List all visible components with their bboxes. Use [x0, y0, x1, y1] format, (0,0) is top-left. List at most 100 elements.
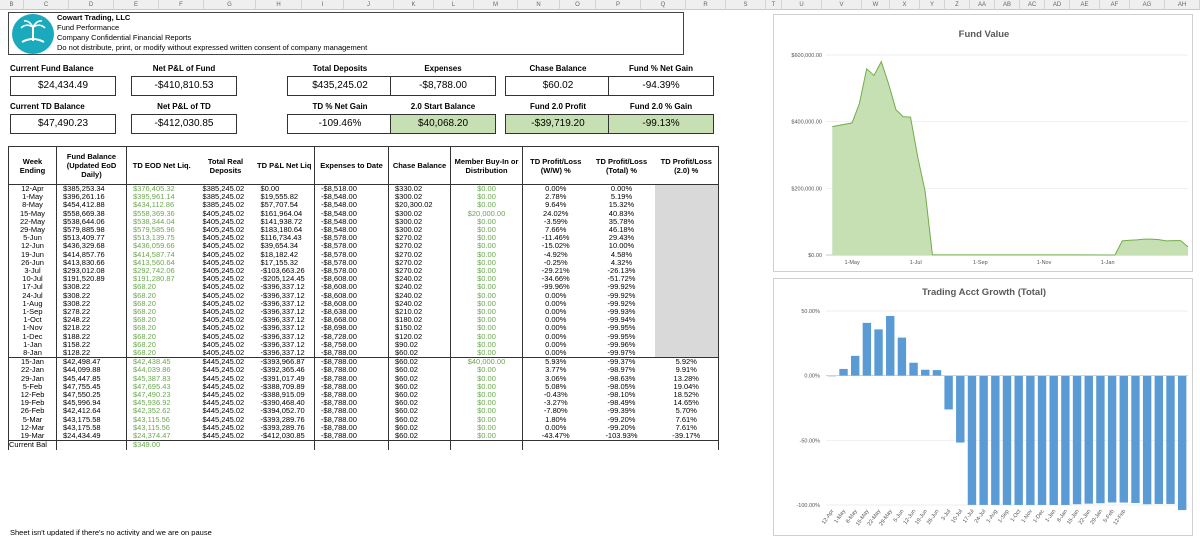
table-cell[interactable]: $0.00 [450, 283, 523, 292]
table-cell[interactable]: -$394,052.70 [255, 407, 315, 415]
table-cell[interactable] [654, 242, 719, 251]
table-cell[interactable]: $0.00 [450, 423, 523, 433]
column-header-d[interactable]: D [69, 0, 114, 10]
table-cell[interactable]: -11.46% [522, 234, 589, 243]
table-cell[interactable]: -$393,289.76 [255, 424, 315, 432]
table-cell[interactable]: -$8,548.00 [314, 201, 389, 210]
table-cell[interactable]: 9.64% [522, 201, 589, 210]
table-cell[interactable]: 5-Jun [8, 234, 57, 243]
table-cell[interactable]: -0.43% [522, 391, 589, 400]
table-cell[interactable]: $445,245.02 [197, 399, 255, 407]
table-cell[interactable]: 19-Mar [8, 432, 57, 441]
table-cell[interactable] [654, 349, 719, 358]
table-cell[interactable]: $445,245.02 [197, 375, 255, 383]
table-cell[interactable]: -26.13% [589, 267, 655, 275]
table-cell[interactable]: -99.93% [589, 308, 655, 316]
table-cell[interactable]: $90.02 [388, 340, 451, 350]
table-cell[interactable]: 1-Dec [8, 332, 57, 341]
table-cell[interactable]: $538,644.06 [56, 217, 127, 227]
table-cell[interactable]: $0.00 [450, 217, 523, 227]
table-cell[interactable]: $43,115.56 [126, 415, 197, 424]
table-cell[interactable]: $0.00 [450, 184, 523, 194]
column-header-n[interactable]: N [518, 0, 560, 10]
table-cell[interactable]: 5.93% [522, 357, 589, 367]
table-cell[interactable]: $454,412.88 [56, 201, 127, 210]
table-cell[interactable]: -$8,788.00 [314, 357, 389, 367]
kpi-value[interactable]: $40,068.20 [390, 114, 496, 134]
table-cell[interactable]: 0.00% [522, 308, 589, 317]
table-cell[interactable]: 1.80% [522, 415, 589, 424]
table-cell[interactable]: -$393,966.87 [254, 357, 315, 367]
table-cell[interactable]: $116,734.43 [255, 234, 315, 242]
table-cell[interactable]: $385,245.02 [197, 201, 255, 209]
column-header-c[interactable]: C [24, 0, 69, 10]
table-cell[interactable]: 3.77% [522, 366, 589, 375]
table-cell[interactable] [654, 184, 719, 194]
table-cell[interactable]: 1-Aug [8, 299, 57, 309]
table-cell[interactable]: $18,182.42 [255, 251, 315, 259]
table-cell[interactable]: $47,550.25 [56, 391, 127, 400]
table-cell[interactable]: -$8,578.00 [314, 242, 389, 251]
table-cell[interactable]: $405,245.02 [197, 234, 255, 242]
table-cell[interactable]: -$8,788.00 [314, 415, 389, 424]
table-cell[interactable]: -$8,788.00 [314, 407, 389, 416]
table-cell[interactable]: $43,175.58 [56, 415, 127, 424]
table-cell[interactable]: -$8,638.00 [314, 308, 389, 317]
table-cell[interactable]: -3.27% [522, 399, 589, 408]
column-header-v[interactable]: V [822, 0, 862, 10]
table-cell[interactable] [654, 340, 719, 350]
table-cell[interactable]: $292,742.06 [126, 267, 197, 276]
table-cell[interactable]: -$390,468.40 [255, 399, 315, 407]
table-cell[interactable]: 5.08% [522, 382, 589, 392]
table-cell[interactable]: $191,280.87 [126, 275, 197, 284]
kpi-value[interactable]: $47,490.23 [10, 114, 116, 134]
table-cell[interactable]: 19.04% [654, 382, 719, 392]
table-cell[interactable]: $0.00 [450, 275, 523, 284]
table-cell[interactable]: $270.02 [388, 258, 451, 268]
table-cell[interactable]: $513,409.77 [56, 234, 127, 243]
table-cell[interactable]: -$8,548.00 [314, 217, 389, 227]
table-cell[interactable]: $513,139.75 [126, 234, 197, 243]
table-cell[interactable]: -99.20% [589, 424, 655, 432]
table-cell[interactable]: -99.39% [589, 407, 655, 415]
kpi-value[interactable]: -$412,030.85 [131, 114, 237, 134]
column-header-af[interactable]: AF [1100, 0, 1130, 10]
table-cell[interactable]: -7.80% [522, 407, 589, 416]
table-cell[interactable]: $0.00 [450, 432, 523, 441]
table-cell[interactable]: $0.00 [450, 340, 523, 350]
table-cell[interactable]: $60.02 [388, 366, 451, 375]
table-cell[interactable]: 7.61% [654, 423, 719, 433]
table-cell[interactable]: 19-Feb [8, 399, 57, 408]
table-cell[interactable]: $579,585.96 [126, 226, 197, 235]
table-cell[interactable]: -103.93% [589, 432, 655, 441]
table-cell[interactable]: 40.83% [589, 210, 655, 218]
table-cell[interactable]: $0.00 [450, 415, 523, 424]
table-cell[interactable]: $405,245.02 [197, 333, 255, 341]
table-cell[interactable]: $39,654.34 [255, 242, 315, 250]
table-cell[interactable]: $0.00 [450, 374, 523, 383]
table-cell[interactable]: $405,245.02 [197, 226, 255, 234]
table-cell[interactable]: 5-Mar [8, 415, 57, 424]
table-cell[interactable]: -$412,030.85 [255, 432, 315, 441]
table-cell[interactable]: $308.22 [56, 283, 127, 292]
table-cell[interactable]: 8-May [8, 201, 57, 210]
table-cell[interactable]: $434,112.86 [126, 201, 197, 210]
table-cell[interactable]: $436,329.68 [56, 242, 127, 251]
table-cell[interactable]: -99.37% [588, 357, 655, 367]
table-cell[interactable] [450, 440, 523, 450]
table-cell[interactable]: $405,245.02 [197, 292, 255, 300]
table-cell[interactable]: -$8,698.00 [314, 324, 389, 333]
table-cell[interactable]: 12-Mar [8, 423, 57, 433]
table-cell[interactable]: $414,587.74 [126, 250, 197, 259]
table-cell[interactable] [654, 267, 719, 276]
table-cell[interactable] [654, 283, 719, 292]
table-cell[interactable]: 1-Oct [8, 316, 57, 325]
table-cell[interactable] [654, 250, 719, 259]
table-cell[interactable]: -$8,548.00 [314, 209, 389, 218]
table-cell[interactable]: -99.95% [589, 333, 655, 341]
table-cell[interactable]: 0.00% [522, 184, 589, 194]
table-cell[interactable]: -$8,788.00 [314, 391, 389, 400]
table-cell[interactable]: $68.20 [126, 349, 197, 358]
table-cell[interactable]: -43.47% [522, 432, 589, 441]
table-cell[interactable]: $42,498.47 [56, 357, 127, 367]
